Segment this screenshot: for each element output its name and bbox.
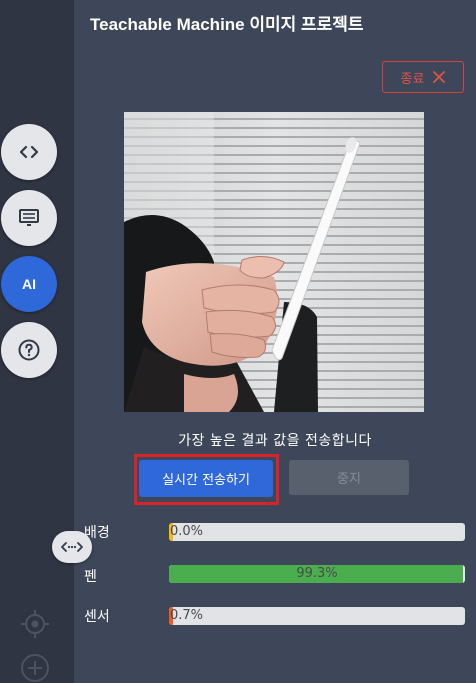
confidence-bar-pen: 99.3% bbox=[169, 565, 465, 583]
page-title: Teachable Machine 이미지 프로젝트 bbox=[90, 15, 364, 34]
ai-button[interactable]: AI bbox=[1, 256, 57, 312]
result-caption: 가장 높은 결과 값을 전송합니다 bbox=[178, 433, 372, 449]
webcam-preview bbox=[124, 112, 424, 412]
close-button[interactable]: 종료 bbox=[382, 61, 464, 93]
class-label-pen: 펜 bbox=[84, 569, 97, 585]
code-button[interactable] bbox=[1, 124, 57, 180]
send-realtime-button[interactable]: 실시간 전송하기 bbox=[139, 460, 273, 497]
close-icon bbox=[433, 71, 446, 83]
code-icon bbox=[19, 145, 39, 159]
monitor-icon bbox=[19, 209, 39, 226]
help-icon bbox=[18, 339, 40, 361]
stop-button[interactable]: 중지 bbox=[289, 460, 409, 495]
confidence-bar-sensor: 0.7% bbox=[169, 607, 465, 625]
confidence-text-pen: 99.3% bbox=[296, 566, 338, 581]
confidence-text-background: 0.0% bbox=[170, 524, 204, 539]
webcam-image bbox=[124, 112, 424, 412]
resize-handle[interactable] bbox=[52, 531, 92, 563]
class-label-sensor: 센서 bbox=[84, 609, 110, 625]
monitor-button[interactable] bbox=[1, 190, 57, 246]
left-rail: AI bbox=[0, 0, 74, 683]
zoom-in-icon[interactable] bbox=[20, 653, 50, 683]
help-button[interactable] bbox=[1, 322, 57, 378]
horizontal-resize-icon bbox=[61, 542, 83, 552]
ai-icon: AI bbox=[22, 276, 36, 292]
close-button-label: 종료 bbox=[400, 71, 425, 87]
confidence-bar-background: 0.0% bbox=[169, 523, 465, 541]
target-icon[interactable] bbox=[20, 609, 50, 639]
confidence-text-sensor: 0.7% bbox=[170, 608, 204, 623]
